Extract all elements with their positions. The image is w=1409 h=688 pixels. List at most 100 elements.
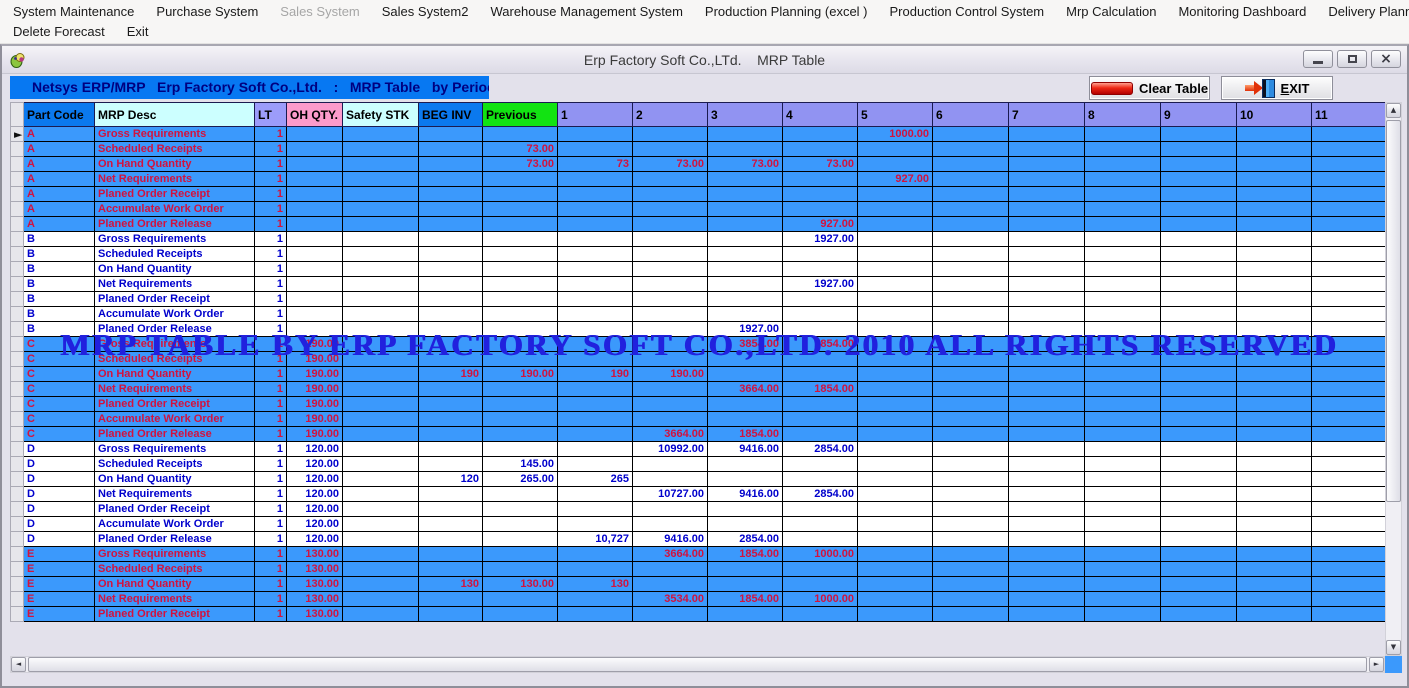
cell-p2[interactable] bbox=[633, 397, 708, 412]
cell-p8[interactable] bbox=[1085, 292, 1161, 307]
column-header-p4[interactable]: 4 bbox=[783, 103, 858, 127]
cell-p5[interactable] bbox=[858, 487, 933, 502]
cell-p5[interactable] bbox=[858, 592, 933, 607]
cell-oh[interactable] bbox=[287, 172, 343, 187]
cell-p7[interactable] bbox=[1009, 397, 1085, 412]
row-selector[interactable] bbox=[11, 517, 24, 532]
menu-item-purchase-system[interactable]: Purchase System bbox=[145, 2, 269, 21]
cell-p2[interactable] bbox=[633, 187, 708, 202]
row-selector[interactable] bbox=[11, 457, 24, 472]
cell-safety[interactable] bbox=[343, 232, 419, 247]
cell-p7[interactable] bbox=[1009, 187, 1085, 202]
cell-p2[interactable]: 3664.00 bbox=[633, 547, 708, 562]
cell-desc[interactable]: Planed Order Receipt bbox=[95, 397, 255, 412]
cell-p8[interactable] bbox=[1085, 322, 1161, 337]
cell-p4[interactable]: 2854.00 bbox=[783, 442, 858, 457]
cell-prev[interactable] bbox=[483, 532, 558, 547]
cell-p3[interactable]: 3854.00 bbox=[708, 337, 783, 352]
cell-p3[interactable] bbox=[708, 262, 783, 277]
row-selector[interactable] bbox=[11, 487, 24, 502]
cell-prev[interactable] bbox=[483, 397, 558, 412]
cell-p9[interactable] bbox=[1161, 157, 1237, 172]
cell-p3[interactable] bbox=[708, 292, 783, 307]
menu-item-production-planning-excel[interactable]: Production Planning (excel ) bbox=[694, 2, 879, 21]
cell-p10[interactable] bbox=[1237, 247, 1312, 262]
cell-p4[interactable] bbox=[783, 322, 858, 337]
cell-p3[interactable] bbox=[708, 217, 783, 232]
menu-item-mrp-calculation[interactable]: Mrp Calculation bbox=[1055, 2, 1167, 21]
cell-p4[interactable]: 73.00 bbox=[783, 157, 858, 172]
cell-safety[interactable] bbox=[343, 457, 419, 472]
cell-p2[interactable] bbox=[633, 577, 708, 592]
cell-p7[interactable] bbox=[1009, 202, 1085, 217]
cell-p3[interactable]: 73.00 bbox=[708, 157, 783, 172]
cell-p3[interactable] bbox=[708, 232, 783, 247]
cell-p6[interactable] bbox=[933, 352, 1009, 367]
cell-oh[interactable]: 190.00 bbox=[287, 367, 343, 382]
cell-p11[interactable] bbox=[1312, 352, 1386, 367]
cell-p7[interactable] bbox=[1009, 322, 1085, 337]
cell-prev[interactable]: 73.00 bbox=[483, 157, 558, 172]
cell-p9[interactable] bbox=[1161, 172, 1237, 187]
cell-prev[interactable]: 145.00 bbox=[483, 457, 558, 472]
cell-p10[interactable] bbox=[1237, 232, 1312, 247]
cell-p5[interactable] bbox=[858, 472, 933, 487]
cell-p2[interactable] bbox=[633, 247, 708, 262]
cell-p6[interactable] bbox=[933, 322, 1009, 337]
cell-desc[interactable]: Scheduled Receipts bbox=[95, 457, 255, 472]
cell-p9[interactable] bbox=[1161, 352, 1237, 367]
cell-part[interactable]: E bbox=[24, 562, 95, 577]
cell-lt[interactable]: 1 bbox=[255, 472, 287, 487]
cell-desc[interactable]: Net Requirements bbox=[95, 382, 255, 397]
cell-p11[interactable] bbox=[1312, 457, 1386, 472]
cell-p4[interactable] bbox=[783, 247, 858, 262]
cell-p2[interactable] bbox=[633, 412, 708, 427]
cell-p10[interactable] bbox=[1237, 412, 1312, 427]
cell-p6[interactable] bbox=[933, 502, 1009, 517]
cell-p11[interactable] bbox=[1312, 322, 1386, 337]
cell-p10[interactable] bbox=[1237, 517, 1312, 532]
cell-lt[interactable]: 1 bbox=[255, 142, 287, 157]
cell-part[interactable]: B bbox=[24, 247, 95, 262]
cell-safety[interactable] bbox=[343, 367, 419, 382]
cell-part[interactable]: E bbox=[24, 607, 95, 622]
cell-safety[interactable] bbox=[343, 382, 419, 397]
cell-lt[interactable]: 1 bbox=[255, 322, 287, 337]
cell-p3[interactable]: 9416.00 bbox=[708, 487, 783, 502]
cell-p1[interactable]: 265 bbox=[558, 472, 633, 487]
cell-lt[interactable]: 1 bbox=[255, 337, 287, 352]
cell-safety[interactable] bbox=[343, 247, 419, 262]
row-selector[interactable] bbox=[11, 562, 24, 577]
cell-p8[interactable] bbox=[1085, 487, 1161, 502]
cell-p5[interactable] bbox=[858, 562, 933, 577]
cell-oh[interactable] bbox=[287, 307, 343, 322]
cell-desc[interactable]: On Hand Quantity bbox=[95, 367, 255, 382]
row-selector[interactable] bbox=[11, 397, 24, 412]
cell-p3[interactable] bbox=[708, 172, 783, 187]
cell-p4[interactable] bbox=[783, 532, 858, 547]
row-selector[interactable] bbox=[11, 307, 24, 322]
cell-oh[interactable]: 120.00 bbox=[287, 472, 343, 487]
cell-p6[interactable] bbox=[933, 337, 1009, 352]
cell-part[interactable]: A bbox=[24, 217, 95, 232]
cell-p5[interactable] bbox=[858, 232, 933, 247]
cell-p8[interactable] bbox=[1085, 232, 1161, 247]
menu-item-sales-system2[interactable]: Sales System2 bbox=[371, 2, 480, 21]
column-header-part[interactable]: Part Code bbox=[24, 103, 95, 127]
cell-desc[interactable]: Planed Order Receipt bbox=[95, 187, 255, 202]
cell-prev[interactable] bbox=[483, 232, 558, 247]
clear-table-button[interactable]: Clear Table bbox=[1089, 76, 1210, 100]
cell-p4[interactable] bbox=[783, 142, 858, 157]
cell-p7[interactable] bbox=[1009, 127, 1085, 142]
cell-p6[interactable] bbox=[933, 457, 1009, 472]
cell-p2[interactable]: 10727.00 bbox=[633, 487, 708, 502]
cell-p7[interactable] bbox=[1009, 217, 1085, 232]
cell-p8[interactable] bbox=[1085, 367, 1161, 382]
cell-part[interactable]: B bbox=[24, 292, 95, 307]
cell-p10[interactable] bbox=[1237, 202, 1312, 217]
cell-p9[interactable] bbox=[1161, 367, 1237, 382]
cell-lt[interactable]: 1 bbox=[255, 157, 287, 172]
cell-beg[interactable] bbox=[419, 172, 483, 187]
cell-part[interactable]: D bbox=[24, 472, 95, 487]
cell-prev[interactable]: 265.00 bbox=[483, 472, 558, 487]
